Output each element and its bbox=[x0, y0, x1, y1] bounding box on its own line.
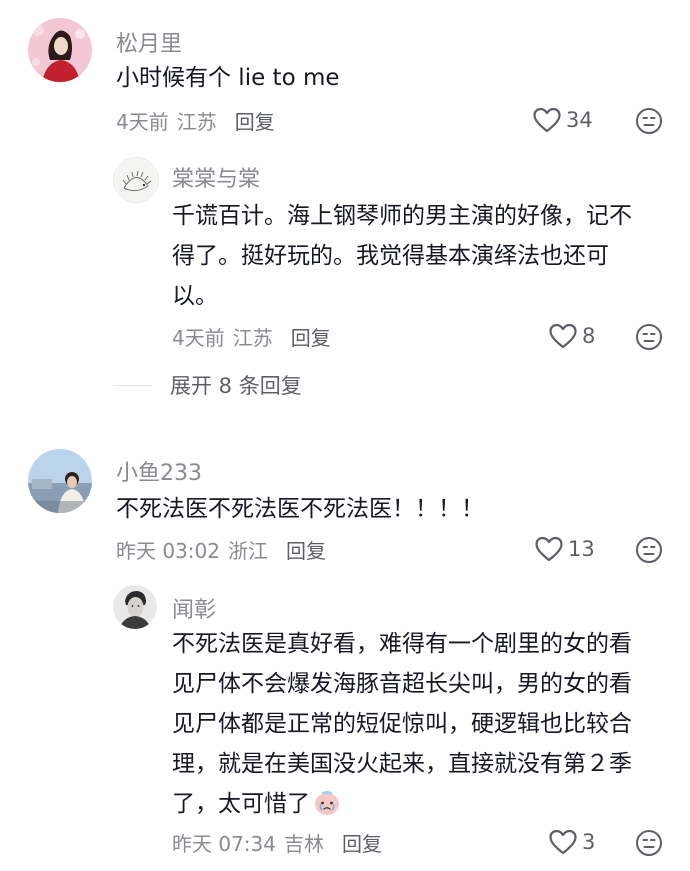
comment-meta: 昨天 03:02 浙江 回复 bbox=[116, 535, 326, 564]
reply-button[interactable]: 回复 bbox=[291, 322, 331, 351]
heart-outline-icon bbox=[549, 323, 577, 349]
dislike-button[interactable] bbox=[635, 107, 663, 135]
like-count: 34 bbox=[566, 108, 593, 132]
reply-time: 4天前 bbox=[172, 326, 225, 350]
reply-button[interactable]: 回复 bbox=[342, 828, 382, 857]
reply-text-line: 见尸体不会爆发海豚音超长尖叫，男的女的看 bbox=[172, 671, 632, 697]
like-count: 13 bbox=[568, 537, 595, 561]
reply-text-line: 千谎百计。海上钢琴师的男主演的好像，记不 bbox=[172, 203, 632, 229]
reply-author[interactable]: 闻彰 bbox=[172, 592, 216, 624]
neutral-face-icon bbox=[636, 108, 662, 134]
reply-text-line: 理，就是在美国没火起来，直接就没有第２季 bbox=[172, 751, 632, 777]
expand-divider bbox=[114, 384, 152, 386]
reply-author[interactable]: 棠棠与棠 bbox=[172, 161, 260, 193]
person-seaside-avatar-icon bbox=[28, 449, 92, 513]
reply-meta: 昨天 07:34 吉林 回复 bbox=[172, 828, 382, 857]
avatar[interactable] bbox=[113, 585, 157, 629]
heart-outline-icon bbox=[535, 536, 563, 562]
crying-face-emoji-icon bbox=[312, 787, 342, 817]
neutral-face-icon bbox=[636, 830, 662, 856]
reply-text-line: 得了。挺好玩的。我觉得基本演绎法也还可 bbox=[172, 243, 609, 269]
reply-button[interactable]: 回复 bbox=[286, 535, 326, 564]
hedgehog-sketch-avatar-icon bbox=[114, 158, 158, 202]
like-count: 3 bbox=[582, 830, 596, 854]
heart-outline-icon bbox=[549, 829, 577, 855]
avatar[interactable] bbox=[28, 449, 92, 513]
reply-text-line: 见尸体都是正常的短促惊叫，硬逻辑也比较合 bbox=[172, 711, 632, 737]
comment-time: 4天前 bbox=[116, 110, 169, 134]
reply-time: 昨天 07:34 bbox=[172, 832, 276, 856]
comment-time: 昨天 03:02 bbox=[116, 539, 220, 563]
comment-meta: 4天前 江苏 回复 bbox=[116, 106, 275, 135]
reply-text-last-line: 了，太可惜了 bbox=[172, 784, 672, 824]
like-count: 8 bbox=[582, 324, 596, 348]
reply-meta: 4天前 江苏 回复 bbox=[172, 322, 331, 351]
comment-author[interactable]: 小鱼233 bbox=[116, 455, 202, 487]
comment-text: 不死法医不死法医不死法医！！！！ bbox=[116, 496, 484, 522]
reply-button[interactable]: 回复 bbox=[235, 106, 275, 135]
comment-location: 浙江 bbox=[228, 539, 268, 563]
reply-text-line: 以。 bbox=[172, 283, 218, 309]
comment-location: 江苏 bbox=[176, 110, 217, 134]
reply-text: 千谎百计。海上钢琴师的男主演的好像，记不 得了。挺好玩的。我觉得基本演绎法也还可… bbox=[172, 196, 652, 316]
woman-in-red-avatar-icon bbox=[28, 18, 92, 82]
comment-author[interactable]: 松月里 bbox=[116, 26, 182, 58]
like-button[interactable]: 8 bbox=[548, 322, 595, 350]
neutral-face-icon bbox=[636, 537, 662, 563]
expand-replies-button[interactable]: 展开 8 条回复 bbox=[114, 370, 302, 400]
comment-text: 小时候有个 lie to me bbox=[116, 65, 340, 91]
neutral-face-icon bbox=[636, 324, 662, 350]
reply-location: 江苏 bbox=[232, 326, 273, 350]
reply-location: 吉林 bbox=[284, 832, 324, 856]
avatar[interactable] bbox=[28, 18, 92, 82]
dislike-button[interactable] bbox=[635, 323, 663, 351]
reply-text: 不死法医是真好看，难得有一个剧里的女的看 见尸体不会爆发海豚音超长尖叫，男的女的… bbox=[172, 624, 672, 824]
heart-outline-icon bbox=[533, 107, 561, 133]
like-button[interactable]: 34 bbox=[532, 106, 593, 134]
dislike-button[interactable] bbox=[635, 829, 663, 857]
dislike-button[interactable] bbox=[635, 536, 663, 564]
man-portrait-avatar-icon bbox=[113, 585, 157, 629]
like-button[interactable]: 13 bbox=[534, 535, 595, 563]
reply-text-line: 不死法医是真好看，难得有一个剧里的女的看 bbox=[172, 631, 632, 657]
reply-text-line: 了，太可惜了 bbox=[172, 791, 310, 817]
avatar[interactable] bbox=[113, 157, 159, 203]
like-button[interactable]: 3 bbox=[548, 828, 595, 856]
expand-replies-label: 展开 8 条回复 bbox=[170, 374, 302, 398]
